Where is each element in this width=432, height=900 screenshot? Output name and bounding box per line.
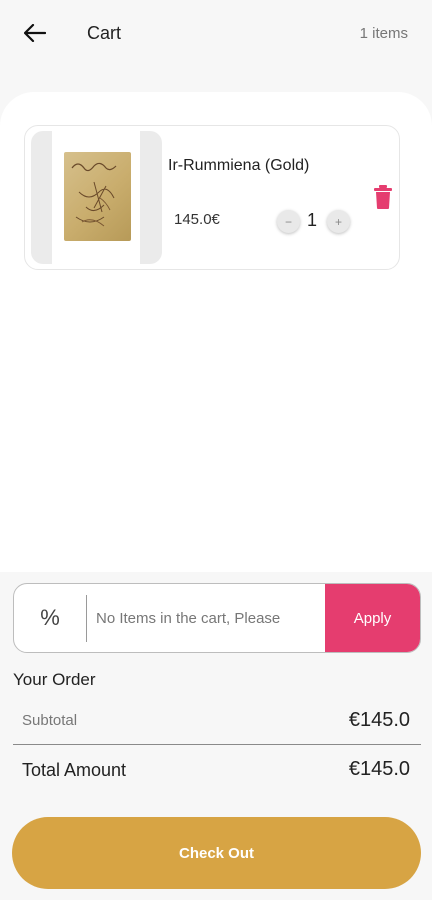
product-price: 145.0€ [174, 211, 220, 228]
product-image-frame [52, 131, 140, 264]
arrow-left-icon [24, 24, 46, 42]
delete-item-button[interactable] [372, 184, 394, 210]
product-image [31, 131, 162, 264]
order-heading: Your Order [13, 670, 96, 689]
product-tile-picture [64, 152, 131, 241]
trash-icon [374, 185, 392, 209]
percent-icon: % [40, 605, 60, 630]
order-summary-panel: % Apply Your Order Subtotal €145.0 Total… [0, 572, 432, 900]
tile-engraving [71, 162, 117, 227]
subtotal-label: Subtotal [22, 712, 78, 729]
app-header: Cart 1 items [0, 0, 432, 70]
coupon-box: % Apply [13, 583, 421, 653]
total-value: €145.0 [348, 758, 410, 780]
checkout-button[interactable]: Check Out [12, 817, 421, 889]
item-count: 1 items [359, 25, 408, 42]
quantity-decrease-button[interactable]: − [277, 210, 300, 233]
coupon-input[interactable] [96, 584, 326, 652]
quantity-increase-button[interactable]: + [327, 210, 350, 233]
summary-divider [13, 744, 421, 745]
back-button[interactable] [20, 20, 50, 46]
product-name: Ir-Rummiena (Gold) [168, 157, 310, 174]
coupon-divider [86, 595, 87, 642]
page-title: Cart [87, 23, 122, 43]
quantity-value: 1 [307, 210, 318, 230]
total-label: Total Amount [22, 760, 127, 780]
apply-coupon-button[interactable]: Apply [325, 584, 420, 652]
cart-item-card[interactable]: Ir-Rummiena (Gold) 145.0€ − 1 + [24, 125, 400, 270]
subtotal-value: €145.0 [348, 709, 410, 731]
cart-content: Ir-Rummiena (Gold) 145.0€ − 1 + [0, 92, 432, 572]
